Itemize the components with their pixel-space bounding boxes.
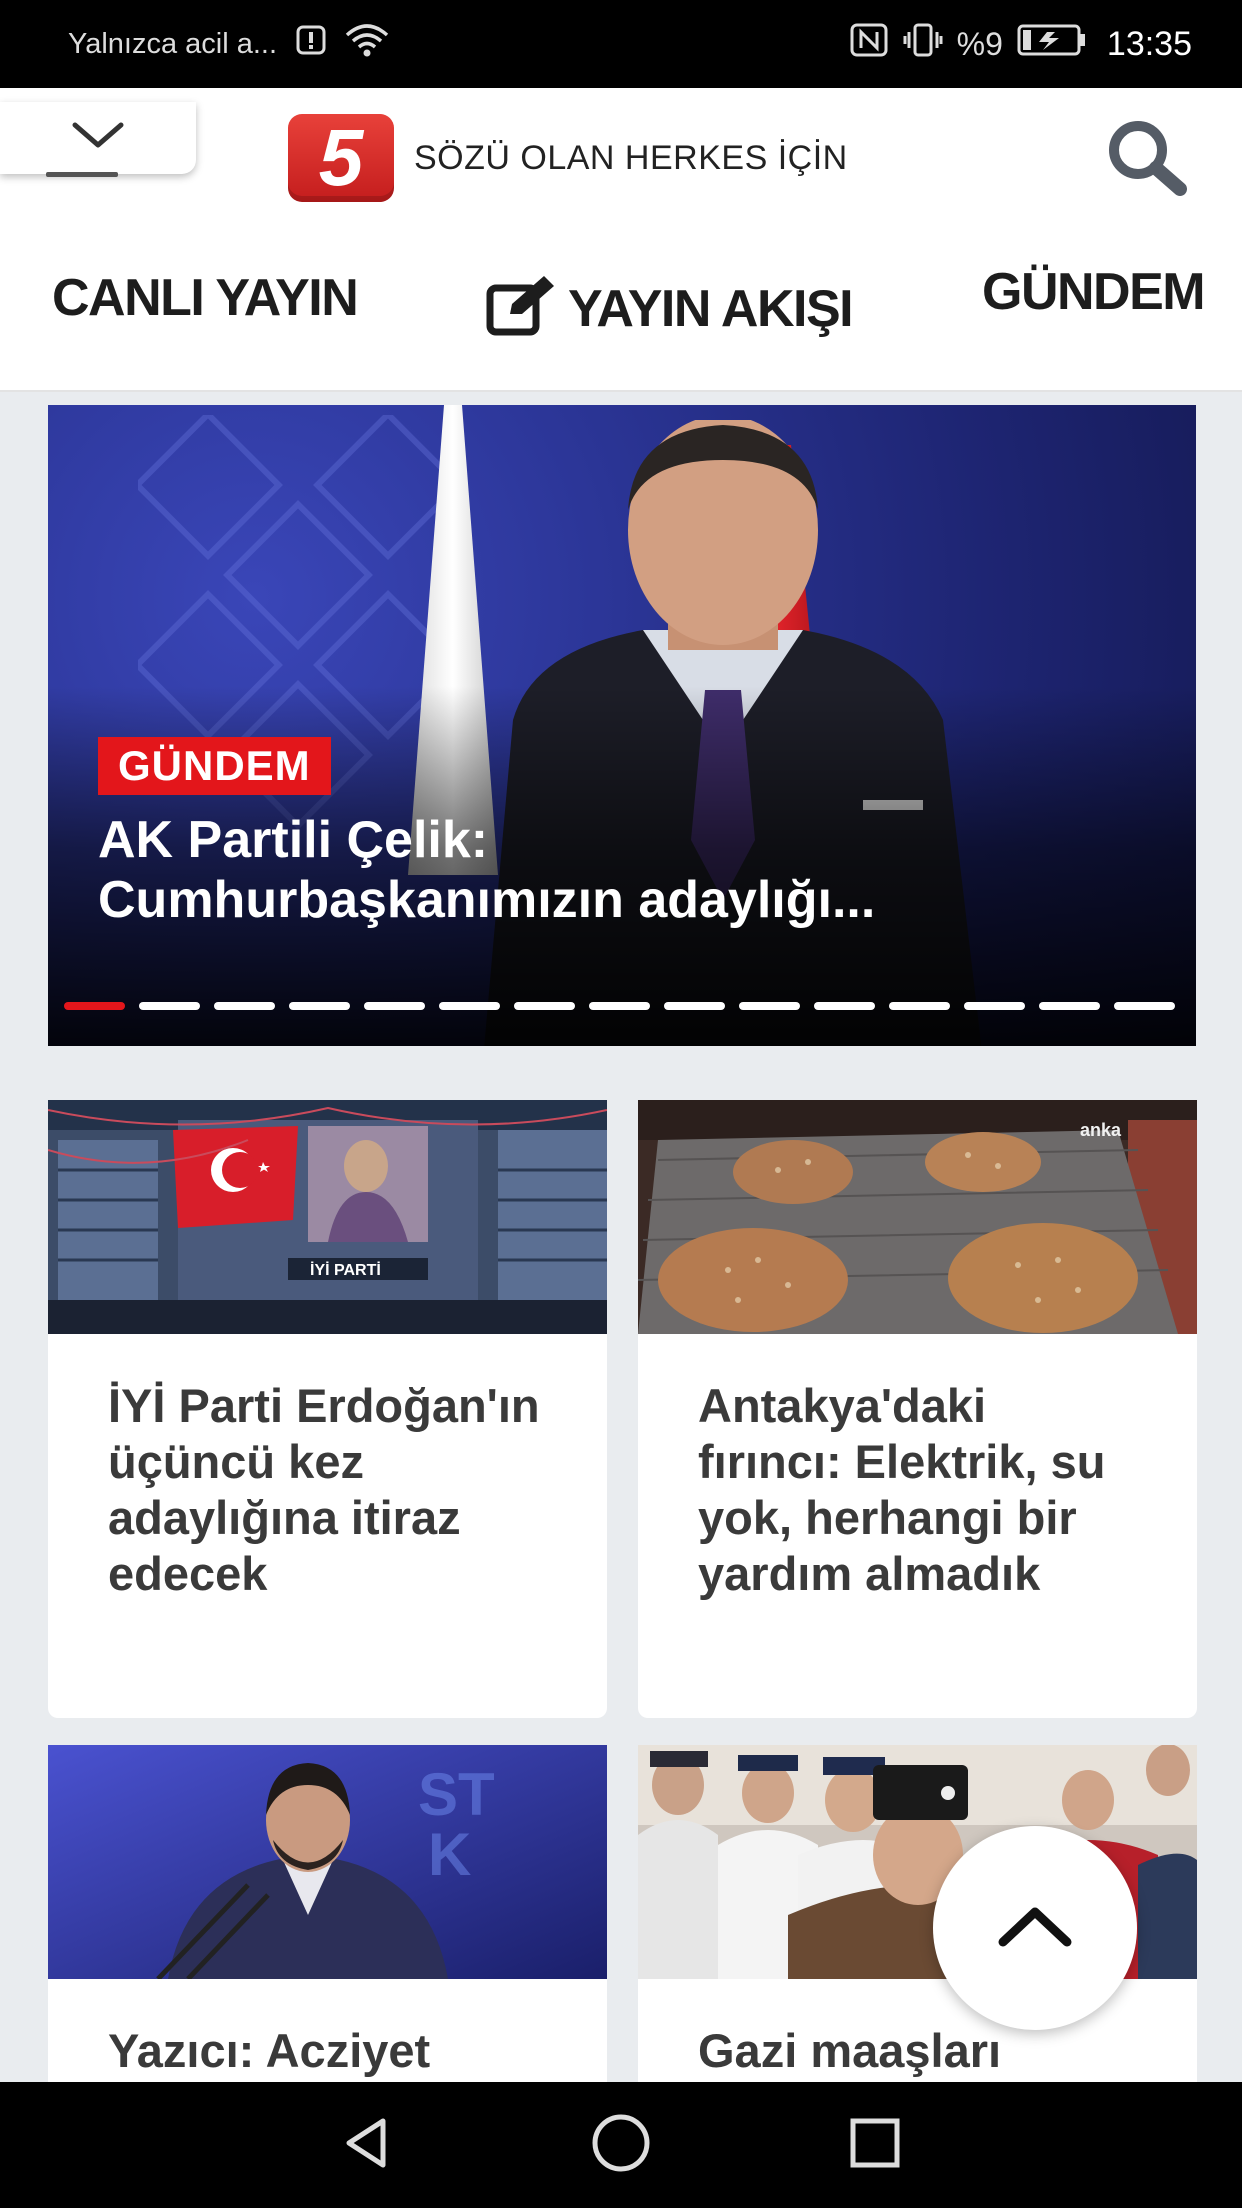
category-nav: CANLI YAYIN YAYIN AKIŞI GÜNDEM <box>0 232 1242 392</box>
news-card[interactable]: İYİ PARTİ İYİ Parti Erdoğan'ın üçüncü ke… <box>48 1100 607 1718</box>
slide-title-line-1: AK Partili Çelik: <box>98 811 489 869</box>
nav-item-live[interactable]: CANLI YAYIN <box>52 268 359 328</box>
news-card-title: İYİ Parti Erdoğan'ın üçüncü kez adaylığı… <box>108 1379 540 1600</box>
pagination-dot[interactable] <box>589 1002 650 1010</box>
news-card-image: İYİ PARTİ <box>48 1100 607 1334</box>
headline-slider[interactable]: GÜNDEM AK Partili Çelik: Cumhurbaşkanımı… <box>48 405 1196 1046</box>
status-bar: Yalnızca acil a... %9 13:35 <box>0 0 1242 88</box>
pagination-dot[interactable] <box>214 1002 275 1010</box>
pagination-dot[interactable] <box>739 1002 800 1010</box>
menu-toggle-button[interactable] <box>0 102 196 174</box>
alert-icon <box>295 24 327 64</box>
news-card-title: Gazi maaşları <box>698 2024 1002 2077</box>
home-circle-icon <box>589 2111 653 2180</box>
svg-text:ST: ST <box>418 1761 495 1828</box>
chevron-up-icon <box>997 1904 1073 1953</box>
party-sign-text: İYİ PARTİ <box>310 1261 381 1279</box>
recents-square-icon <box>845 2113 905 2178</box>
pagination-dot[interactable] <box>889 1002 950 1010</box>
scroll-to-top-button[interactable] <box>933 1826 1137 2030</box>
vibrate-icon <box>903 22 943 66</box>
slide-title[interactable]: AK Partili Çelik: Cumhurbaşkanımızın ada… <box>98 810 1158 930</box>
pagination-dot[interactable] <box>814 1002 875 1010</box>
status-right: %9 13:35 <box>849 22 1192 66</box>
pagination-dot[interactable] <box>364 1002 425 1010</box>
pagination-dot[interactable] <box>1114 1002 1175 1010</box>
pagination-dot-active[interactable] <box>64 1002 125 1010</box>
site-logo[interactable]: 5 SÖZÜ OLAN HERKES İÇİN <box>288 113 848 202</box>
pagination-dot[interactable] <box>139 1002 200 1010</box>
search-icon <box>1102 117 1190 202</box>
battery-charging-icon <box>1017 23 1087 65</box>
pagination-dot[interactable] <box>439 1002 500 1010</box>
recents-button[interactable] <box>830 2100 920 2190</box>
home-button[interactable] <box>576 2100 666 2190</box>
carrier-text: Yalnızca acil a... <box>68 27 278 60</box>
category-badge[interactable]: GÜNDEM <box>98 737 331 795</box>
wifi-icon <box>345 23 389 65</box>
back-button[interactable] <box>322 2100 412 2190</box>
nfc-icon <box>849 22 889 66</box>
news-card-title: Yazıcı: Acziyet <box>108 2024 431 2077</box>
svg-text:K: K <box>428 1821 471 1888</box>
status-left: Yalnızca acil a... <box>68 23 389 65</box>
hamburger-line <box>46 172 118 177</box>
news-card[interactable]: anka Antakya'daki fırıncı: Elektrik, su … <box>638 1100 1197 1718</box>
back-triangle-icon <box>337 2113 397 2178</box>
system-nav-bar <box>0 2082 1242 2208</box>
pagination-dot[interactable] <box>289 1002 350 1010</box>
nav-item-agenda[interactable]: GÜNDEM <box>982 262 1206 322</box>
clock: 13:35 <box>1106 24 1192 63</box>
pagination-dot[interactable] <box>1039 1002 1100 1010</box>
news-card-title: Antakya'daki fırıncı: Elektrik, su yok, … <box>698 1379 1106 1600</box>
pagination-dot[interactable] <box>514 1002 575 1010</box>
battery-percent: %9 <box>956 25 1003 62</box>
news-card-image: ST K <box>48 1745 607 1979</box>
chevron-down-icon <box>71 121 125 156</box>
logo-badge: 5 <box>288 113 394 202</box>
slider-pagination <box>64 1002 1175 1010</box>
logo-slogan: SÖZÜ OLAN HERKES İÇİN <box>414 138 848 177</box>
edit-icon <box>486 274 558 343</box>
news-card-image: anka <box>638 1100 1197 1334</box>
pagination-dot[interactable] <box>964 1002 1025 1010</box>
pagination-dot[interactable] <box>664 1002 725 1010</box>
nav-item-schedule[interactable]: YAYIN AKIŞI <box>486 274 854 343</box>
agency-watermark: anka <box>1080 1120 1122 1140</box>
site-header: 5 SÖZÜ OLAN HERKES İÇİN <box>0 88 1242 232</box>
search-button[interactable] <box>1098 114 1194 204</box>
slide-title-line-2: Cumhurbaşkanımızın adaylığı... <box>98 871 876 929</box>
